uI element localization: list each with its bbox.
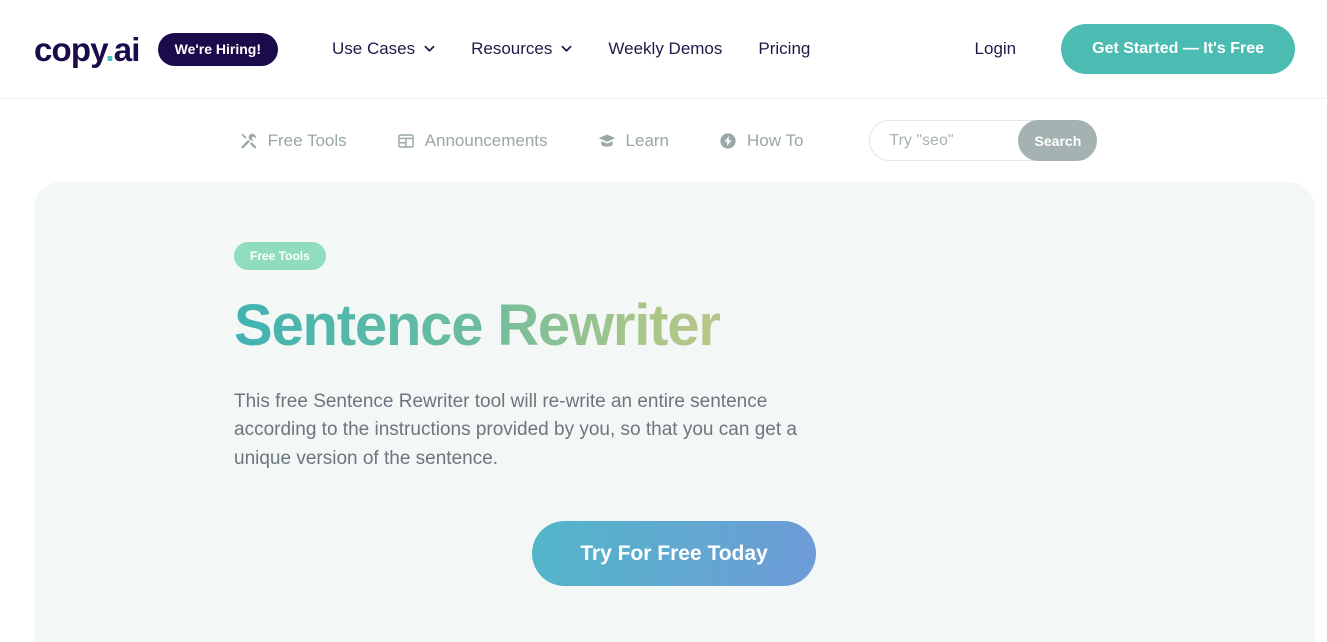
try-for-free-button[interactable]: Try For Free Today (532, 521, 816, 587)
nav-item-label: Pricing (758, 39, 811, 58)
search-box: Search (869, 120, 1098, 161)
lightning-circle-icon (719, 132, 737, 150)
nav-item-weekly-demos[interactable]: Weekly Demos (608, 39, 722, 59)
logo[interactable]: copy.ai (34, 33, 140, 66)
nav-item-resources[interactable]: Resources (471, 39, 572, 59)
site-header: copy.ai We're Hiring! Use Cases Resource… (0, 0, 1327, 99)
subnav-item-free-tools[interactable]: Free Tools (240, 131, 347, 151)
get-started-button[interactable]: Get Started — It's Free (1061, 24, 1295, 74)
secondary-nav: Free Tools Announcements Learn How To Tr… (0, 99, 1327, 182)
nav-item-label: Weekly Demos (608, 39, 723, 58)
chevron-down-icon (561, 43, 572, 54)
subnav-item-announcements[interactable]: Announcements (397, 131, 548, 151)
subnav-item-label: Learn (625, 130, 670, 150)
announcements-icon (397, 132, 415, 150)
nav-item-label: Resources (471, 39, 553, 58)
hero-panel: Free Tools Sentence Rewriter This free S… (34, 182, 1315, 642)
logo-dot: . (105, 30, 114, 68)
nav-item-use-cases[interactable]: Use Cases (332, 39, 435, 59)
chevron-down-icon (424, 43, 435, 54)
primary-nav: Use Cases Resources Weekly Demos Pricing (332, 39, 810, 59)
hero-cta-row: Try For Free Today (234, 521, 1114, 587)
were-hiring-badge[interactable]: We're Hiring! (157, 32, 278, 66)
subnav-item-label: Announcements (424, 130, 548, 150)
subnav-item-label: How To (747, 130, 804, 150)
category-badge: Free Tools (234, 242, 326, 270)
subnav-item-label: Free Tools (267, 130, 347, 150)
login-link[interactable]: Login (975, 39, 1017, 59)
nav-item-label: Use Cases (331, 39, 416, 58)
search-button[interactable]: Search (1018, 120, 1098, 161)
graduation-cap-icon (598, 132, 616, 150)
subnav-item-learn[interactable]: Learn (598, 131, 669, 151)
hero-content: Free Tools Sentence Rewriter This free S… (234, 242, 874, 587)
hero-description: This free Sentence Rewriter tool will re… (234, 390, 797, 469)
header-actions: Login Get Started — It's Free (975, 24, 1327, 74)
nav-item-pricing[interactable]: Pricing (758, 39, 810, 59)
tools-icon (240, 132, 258, 150)
logo-text-suffix: ai (113, 30, 141, 68)
subnav-item-how-to[interactable]: How To (719, 131, 803, 151)
page-title: Sentence Rewriter (234, 294, 874, 358)
logo-text-main: copy (34, 30, 106, 68)
